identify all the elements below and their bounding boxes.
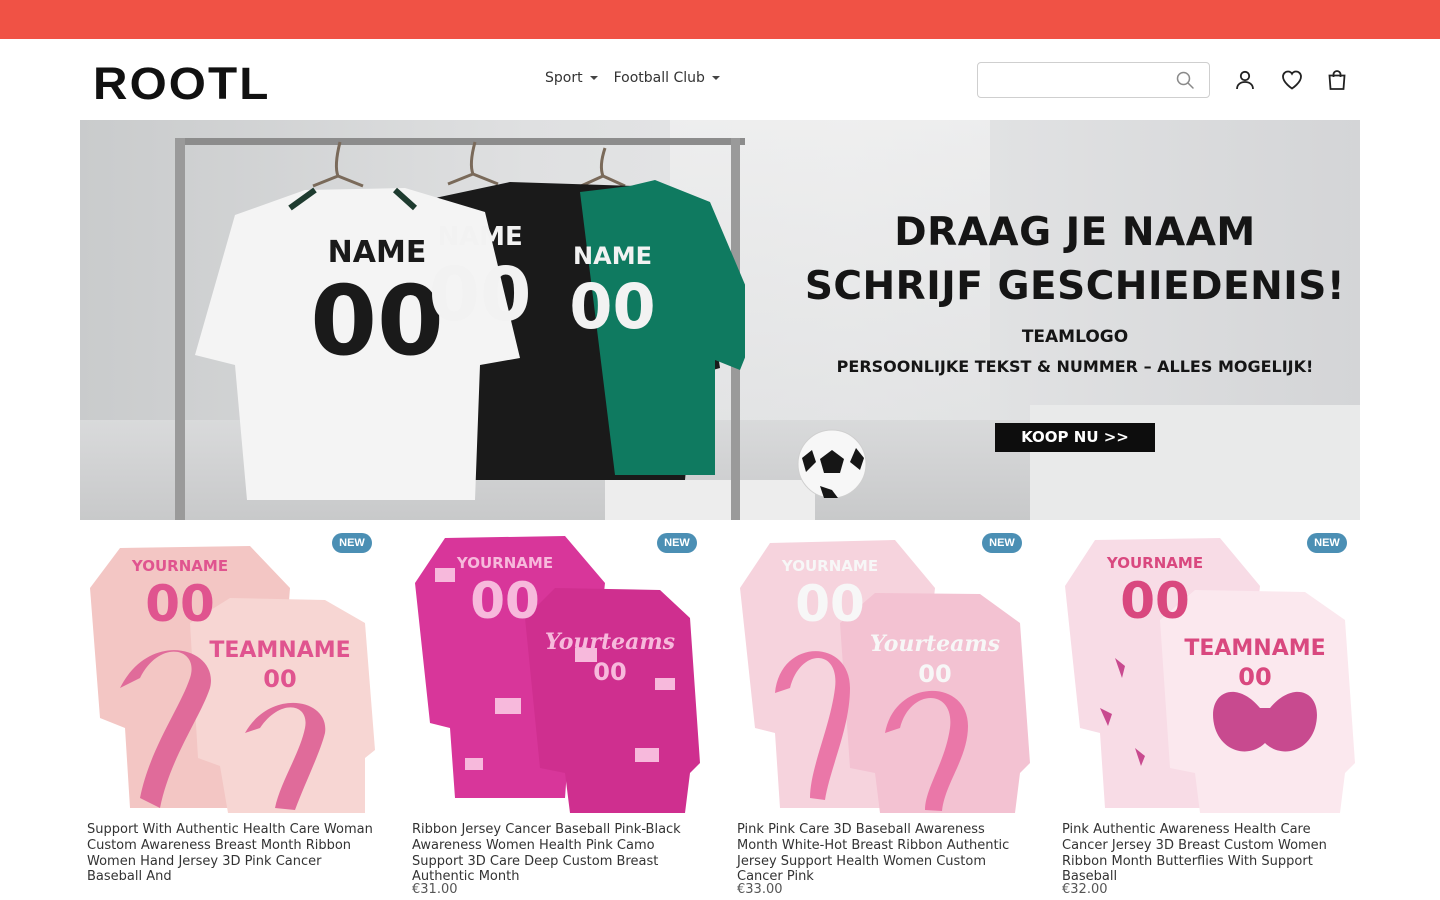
- jersey-number-text: 00: [795, 575, 865, 633]
- nav-item-label: Football Club: [613, 70, 705, 86]
- shop-now-button[interactable]: KOOP NU >>: [995, 423, 1155, 452]
- chevron-down-icon: [711, 76, 720, 80]
- product-price: €32.00: [1062, 882, 1108, 897]
- product-title[interactable]: Pink Authentic Awareness Health Care Can…: [1062, 822, 1352, 885]
- promo-top-bar: [0, 0, 1440, 39]
- search-input[interactable]: [988, 63, 1178, 97]
- jersey-number-text: 00: [470, 572, 540, 630]
- jersey-number-text: 00: [428, 252, 532, 338]
- jersey-number-text: 00: [569, 270, 656, 343]
- jersey-team-text: TEAMNAME: [209, 638, 351, 663]
- hero-text-block: DRAAG JE NAAM SCHRIJF GESCHIEDENIS! TEAM…: [800, 206, 1350, 380]
- new-badge: NEW: [982, 533, 1022, 553]
- brand-logo[interactable]: ROOTL: [93, 61, 271, 106]
- product-card[interactable]: YOURNAME 00 Yourteams 00 NEW Ribbon Jers…: [405, 528, 705, 900]
- jersey-print-back: TEAMNAME 00: [1180, 636, 1330, 692]
- jersey-team-text: TEAMNAME: [1184, 636, 1326, 661]
- jersey-number-text: 00: [918, 660, 952, 688]
- new-badge: NEW: [332, 533, 372, 553]
- product-card[interactable]: YOURNAME 00 Yourteams 00 NEW Pink Pink C…: [730, 528, 1030, 900]
- new-badge: NEW: [657, 533, 697, 553]
- jersey-number-text: 00: [1120, 572, 1190, 630]
- hero-subheading-2: PERSOONLIJKE TEKST & NUMMER – ALLES MOGE…: [836, 357, 1314, 376]
- product-title[interactable]: Ribbon Jersey Cancer Baseball Pink-Black…: [412, 822, 702, 885]
- jersey-name-text: YOURNAME: [1106, 554, 1204, 572]
- jersey-number-text: 00: [145, 575, 215, 633]
- hero-banner[interactable]: NAME 00 NAME 00 NAME 00 DRAAG JE NAAM SC…: [80, 120, 1360, 520]
- main-nav: Sport Football Club: [545, 70, 720, 86]
- shopping-bag-icon[interactable]: [1325, 68, 1349, 92]
- product-card[interactable]: YOURNAME 00 TEAMNAME 00 NEW Pink Authent…: [1055, 528, 1355, 900]
- search-icon[interactable]: [1175, 70, 1195, 90]
- nav-item-sport[interactable]: Sport: [545, 70, 598, 86]
- jersey-print-front: YOURNAME 00: [450, 553, 560, 629]
- new-badge: NEW: [1307, 533, 1347, 553]
- product-price: €33.00: [737, 882, 783, 897]
- jersey-print-front: YOURNAME 00: [125, 556, 235, 632]
- jersey-print-back: TEAMNAME 00: [205, 638, 355, 694]
- jersey-print-back: Yourteams 00: [865, 630, 1005, 690]
- hero-subheading-1: TEAMLOGO: [1021, 327, 1129, 347]
- jersey-number-text: 00: [263, 665, 297, 693]
- jersey-number-text: 00: [1238, 663, 1272, 691]
- jersey-print-front: YOURNAME 00: [775, 556, 885, 632]
- nav-item-label: Sport: [545, 70, 583, 86]
- product-price: €31.00: [412, 882, 458, 897]
- jersey-name-text: NAME: [573, 242, 652, 270]
- search-box: [977, 62, 1210, 98]
- wishlist-heart-icon[interactable]: [1280, 68, 1304, 92]
- jersey-name-text: YOURNAME: [781, 557, 879, 575]
- jersey-print-front: YOURNAME 00: [1100, 553, 1210, 629]
- jersey-print-black: NAME 00: [410, 220, 550, 336]
- football-ball: [797, 429, 867, 499]
- jersey-name-text: YOURNAME: [131, 557, 229, 575]
- chevron-down-icon: [589, 76, 598, 80]
- site-header: ROOTL Sport Football Club: [0, 39, 1440, 120]
- product-title[interactable]: Pink Pink Care 3D Baseball Awareness Mon…: [737, 822, 1027, 885]
- hero-headline-1: DRAAG JE NAAM: [894, 210, 1256, 255]
- hero-headline-2: SCHRIJF GESCHIEDENIS!: [804, 264, 1346, 309]
- account-icon[interactable]: [1233, 68, 1257, 92]
- jersey-name-text: YOURNAME: [456, 554, 554, 572]
- jersey-name-text: NAME: [437, 222, 523, 252]
- jersey-print-back: Yourteams 00: [540, 628, 680, 688]
- jersey-team-text: Yourteams: [544, 629, 676, 655]
- product-grid: YOURNAME 00 TEAMNAME 00 NEW Support With…: [80, 528, 1360, 900]
- product-card[interactable]: YOURNAME 00 TEAMNAME 00 NEW Support With…: [80, 528, 380, 900]
- product-title[interactable]: Support With Authentic Health Care Woman…: [87, 822, 377, 885]
- jersey-team-text: Yourteams: [869, 631, 1001, 657]
- jersey-print-green: NAME 00: [550, 240, 675, 342]
- nav-item-football-club[interactable]: Football Club: [614, 70, 720, 86]
- jersey-number-text: 00: [593, 658, 627, 686]
